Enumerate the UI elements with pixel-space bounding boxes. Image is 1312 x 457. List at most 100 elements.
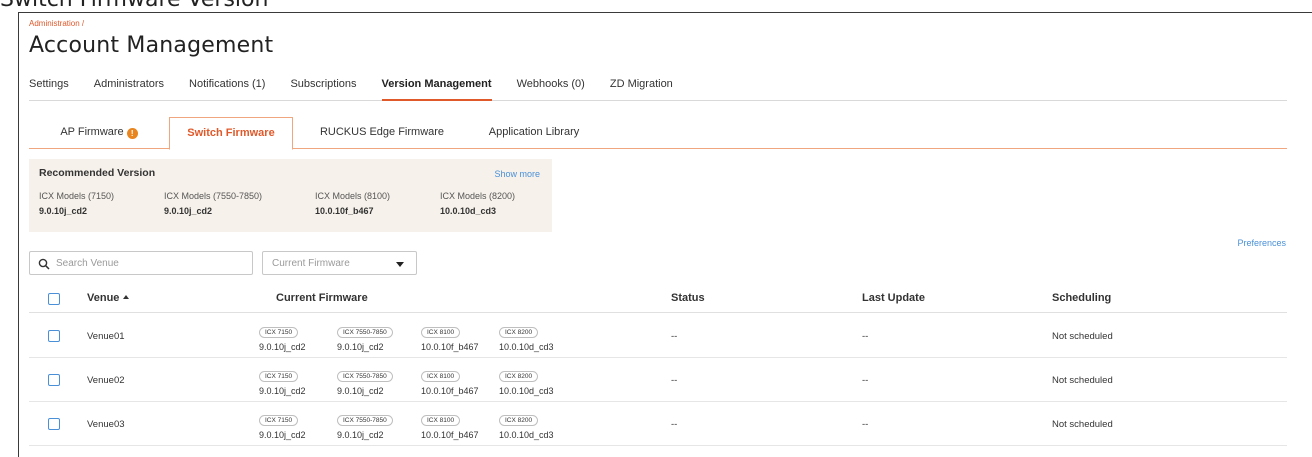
chevron-down-icon [396,262,404,267]
firmware-version: 9.0.10j_cd2 [259,386,306,396]
model-tag: ICX 8100 [421,415,461,426]
recommended-version-title: Recommended Version [39,167,156,179]
firmware-item: ICX 7550-7850 9.0.10j_cd2 [337,409,393,440]
tab-administrators[interactable]: Administrators [94,74,164,101]
search-icon [38,258,50,270]
firmware-item: ICX 8200 10.0.10d_cd3 [499,409,554,440]
status-value: -- [671,419,678,430]
scheduling-value: Not scheduled [1052,331,1113,342]
sub-tab-ruckus-edge-firmware[interactable]: RUCKUS Edge Firmware [307,117,457,149]
sub-tab-ap-firmware[interactable]: AP Firmware! [29,117,169,149]
firmware-item: ICX 8100 10.0.10f_b467 [421,365,479,396]
firmware-version: 10.0.10d_cd3 [499,386,554,396]
page-title: Account Management [29,33,274,58]
firmware-version: 10.0.10f_b467 [421,430,479,440]
table-row[interactable]: Venue03 ICX 7150 9.0.10j_cd2 ICX 7550-78… [29,402,1287,446]
venue-name[interactable]: Venue02 [87,375,125,386]
row-checkbox[interactable] [48,374,60,386]
model-tag: ICX 8100 [421,371,461,382]
status-value: -- [671,331,678,342]
rec-model-version: 9.0.10j_cd2 [39,206,88,216]
firmware-item: ICX 8100 10.0.10f_b467 [421,321,479,352]
column-header-status: Status [671,292,705,304]
rec-model-version: 10.0.10f_b467 [315,206,374,216]
firmware-sub-tabs: AP Firmware! Switch Firmware RUCKUS Edge… [29,117,1287,150]
rec-model-label: ICX Models (8100) [315,191,391,201]
firmware-item: ICX 8200 10.0.10d_cd3 [499,365,554,396]
venue-name[interactable]: Venue01 [87,331,125,342]
firmware-version: 9.0.10j_cd2 [259,342,306,352]
sub-tab-label: AP Firmware [60,126,124,138]
model-tag: ICX 7150 [259,371,299,382]
tab-settings[interactable]: Settings [29,74,69,101]
rec-model-version: 10.0.10d_cd3 [440,206,497,216]
firmware-version: 9.0.10j_cd2 [337,386,384,396]
select-all-checkbox[interactable] [48,293,60,305]
firmware-version: 9.0.10j_cd2 [337,430,384,440]
firmware-item: ICX 7150 9.0.10j_cd2 [259,365,306,396]
firmware-item: ICX 8200 10.0.10d_cd3 [499,321,554,352]
tab-webhooks[interactable]: Webhooks (0) [517,74,585,101]
column-header-scheduling: Scheduling [1052,292,1112,304]
firmware-item: ICX 7150 9.0.10j_cd2 [259,321,306,352]
recommended-version-panel: Recommended Version Show more ICX Models… [29,159,552,232]
warning-badge-icon: ! [126,128,138,139]
model-tag: ICX 8200 [499,415,539,426]
last-update-value: -- [862,375,869,386]
scheduling-value: Not scheduled [1052,375,1113,386]
tab-version-management[interactable]: Version Management [381,74,492,101]
model-tag: ICX 7550-7850 [337,371,393,382]
column-header-last-update: Last Update [862,292,925,304]
search-venue-field [29,251,253,275]
tab-notifications[interactable]: Notifications (1) [189,74,265,101]
firmware-version: 10.0.10f_b467 [421,342,479,352]
model-tag: ICX 7150 [259,327,299,338]
breadcrumb[interactable]: Administration / [29,19,84,28]
row-checkbox[interactable] [48,330,60,342]
model-tag: ICX 8100 [421,327,461,338]
rec-model-label: ICX Models (7550-7850) [164,191,263,201]
column-header-venue[interactable]: Venue [87,292,130,304]
venue-name[interactable]: Venue03 [87,419,125,430]
scheduling-value: Not scheduled [1052,419,1113,430]
firmware-item: ICX 7550-7850 9.0.10j_cd2 [337,321,393,352]
firmware-item: ICX 7150 9.0.10j_cd2 [259,409,306,440]
tab-subscriptions[interactable]: Subscriptions [290,74,356,101]
model-tag: ICX 7150 [259,415,299,426]
main-tabs: Settings Administrators Notifications (1… [29,74,1287,101]
sub-tab-application-library[interactable]: Application Library [469,117,599,149]
row-checkbox[interactable] [48,418,60,430]
model-tag: ICX 7550-7850 [337,327,393,338]
rec-model-label: ICX Models (8200) [440,191,516,201]
column-header-current-firmware: Current Firmware [276,292,368,304]
select-value: Current Firmware [272,258,350,269]
sub-tab-switch-firmware[interactable]: Switch Firmware [169,117,293,150]
model-tag: ICX 8200 [499,327,539,338]
rec-model-version: 9.0.10j_cd2 [164,206,213,216]
last-update-value: -- [862,331,869,342]
firmware-version: 10.0.10d_cd3 [499,430,554,440]
firmware-item: ICX 7550-7850 9.0.10j_cd2 [337,365,393,396]
document-heading: Switch Firmware Version [0,0,268,12]
current-firmware-select[interactable]: Current Firmware [262,251,417,275]
model-tag: ICX 8200 [499,371,539,382]
firmware-version: 10.0.10d_cd3 [499,342,554,352]
sort-ascending-icon [123,295,130,299]
model-tag: ICX 7550-7850 [337,415,393,426]
table-header: Venue Current Firmware Status Last Updat… [29,285,1287,313]
status-value: -- [671,375,678,386]
column-label: Venue [87,292,120,304]
table-row[interactable]: Venue02 ICX 7150 9.0.10j_cd2 ICX 7550-78… [29,358,1287,402]
firmware-version: 10.0.10f_b467 [421,386,479,396]
app-window: Administration / Account Management Sett… [18,12,1312,457]
firmware-version: 9.0.10j_cd2 [259,430,306,440]
rec-model-label: ICX Models (7150) [39,191,115,201]
tab-zd-migration[interactable]: ZD Migration [610,74,673,101]
firmware-item: ICX 8100 10.0.10f_b467 [421,409,479,440]
last-update-value: -- [862,419,869,430]
show-more-link[interactable]: Show more [494,169,540,179]
table-row[interactable]: Venue01 ICX 7150 9.0.10j_cd2 ICX 7550-78… [29,314,1287,358]
search-venue-input[interactable] [56,255,246,271]
firmware-version: 9.0.10j_cd2 [337,342,384,352]
preferences-link[interactable]: Preferences [1237,238,1286,248]
